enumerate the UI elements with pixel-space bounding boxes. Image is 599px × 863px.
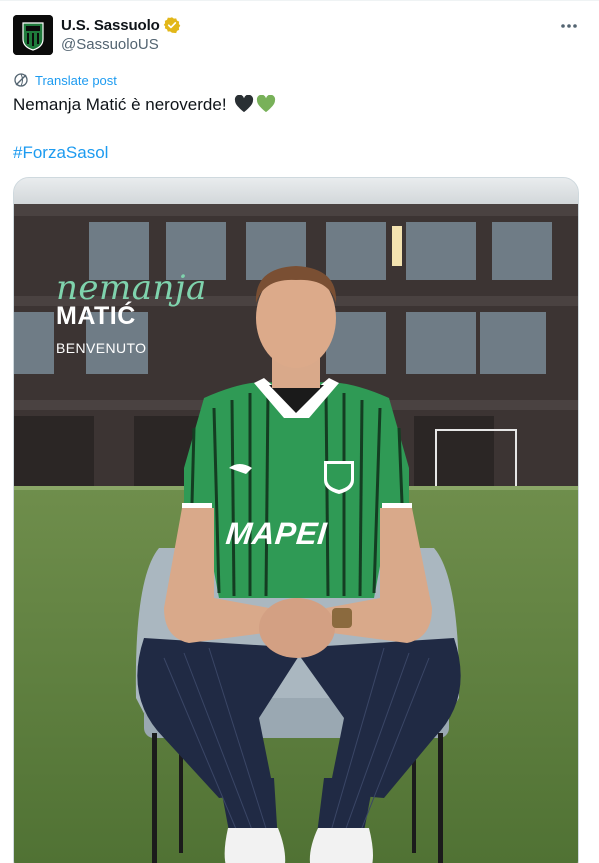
translate-globe-icon xyxy=(14,73,28,87)
overlay-last-name: MATIĆ xyxy=(56,302,136,330)
post-media-image[interactable]: nemanja MATIĆ BENVENUTO MAPEI xyxy=(13,177,579,863)
author-handle[interactable]: @SassuoloUS xyxy=(61,36,181,53)
verified-badge-icon[interactable] xyxy=(163,16,181,34)
translate-post-label: Translate post xyxy=(35,72,117,88)
emoji-group xyxy=(234,95,276,113)
jersey-sponsor-text: MAPEI xyxy=(224,516,329,551)
hashtag-link[interactable]: #ForzaSasol xyxy=(13,142,108,164)
post-author: U.S. Sassuolo @SassuoloUS xyxy=(61,15,181,53)
avatar[interactable] xyxy=(13,15,53,55)
overlay-subtitle: BENVENUTO xyxy=(56,340,147,356)
more-options-button[interactable] xyxy=(557,14,581,38)
post-text-content: Nemanja Matić è neroverde! xyxy=(13,95,227,114)
translate-post-link[interactable]: Translate post xyxy=(13,72,117,88)
green-heart-icon xyxy=(257,95,276,113)
author-display-name[interactable]: U.S. Sassuolo xyxy=(61,17,160,34)
sassuolo-logo-icon xyxy=(13,15,53,55)
black-heart-icon xyxy=(235,95,254,113)
more-horizontal-icon xyxy=(561,24,577,28)
post-text: Nemanja Matić è neroverde! xyxy=(13,94,276,116)
top-divider xyxy=(0,0,599,1)
